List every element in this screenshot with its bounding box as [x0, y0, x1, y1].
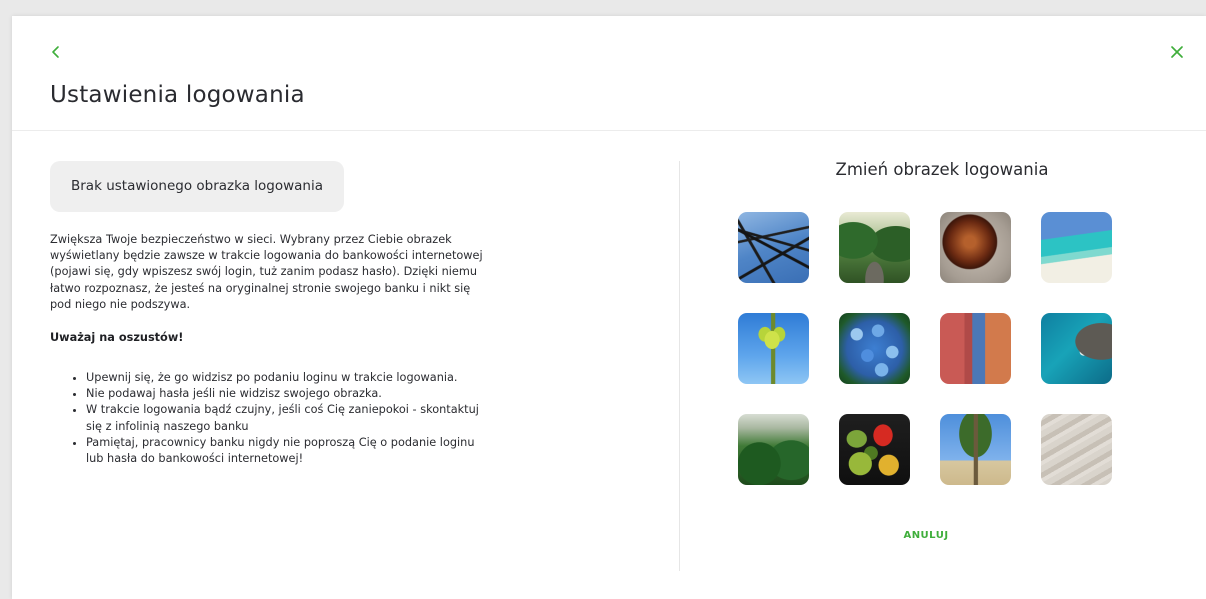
image-grid — [738, 212, 1112, 485]
painted-wall-image[interactable] — [940, 313, 1011, 384]
tip-item: W trakcie logowania bądź czujny, jeśli c… — [86, 402, 490, 434]
warning-heading: Uważaj na oszustów! — [50, 331, 184, 345]
chevron-left-icon — [52, 46, 59, 58]
power-lines-image[interactable] — [738, 212, 809, 283]
forest-road-image[interactable] — [839, 212, 910, 283]
palm-tree-image[interactable] — [940, 414, 1011, 485]
login-settings-panel: Ustawienia logowania Brak ustawionego ob… — [12, 16, 1206, 599]
jungle-mist-image[interactable] — [738, 414, 809, 485]
title-divider — [12, 130, 1206, 131]
sand-texture-image[interactable] — [1041, 414, 1112, 485]
chestnut-image[interactable] — [940, 212, 1011, 283]
tips-list: Upewnij się, że go widzisz po podaniu lo… — [50, 370, 490, 467]
back-button[interactable] — [48, 44, 64, 60]
hydrangea-flower-image[interactable] — [839, 313, 910, 384]
info-column: Brak ustawionego obrazka logowania Zwięk… — [50, 161, 490, 467]
tropical-beach-image[interactable] — [1041, 212, 1112, 283]
plant-sprout-image[interactable] — [738, 313, 809, 384]
close-icon — [1171, 46, 1183, 58]
page-title: Ustawienia logowania — [50, 82, 305, 108]
column-divider — [679, 161, 680, 571]
tip-item: Pamiętaj, pracownicy banku nigdy nie pop… — [86, 435, 490, 467]
rocky-coast-image[interactable] — [1041, 313, 1112, 384]
cancel-button[interactable]: ANULUJ — [892, 530, 960, 541]
tip-item: Nie podawaj hasła jeśli nie widzisz swoj… — [86, 386, 490, 402]
status-badge: Brak ustawionego obrazka logowania — [50, 161, 344, 212]
image-picker-title: Zmień obrazek logowania — [835, 160, 1049, 179]
vegetables-image[interactable] — [839, 414, 910, 485]
tip-item: Upewnij się, że go widzisz po podaniu lo… — [86, 370, 490, 386]
close-button[interactable] — [1168, 43, 1186, 61]
description-text: Zwiększa Twoje bezpieczeństwo w sieci. W… — [50, 233, 483, 311]
